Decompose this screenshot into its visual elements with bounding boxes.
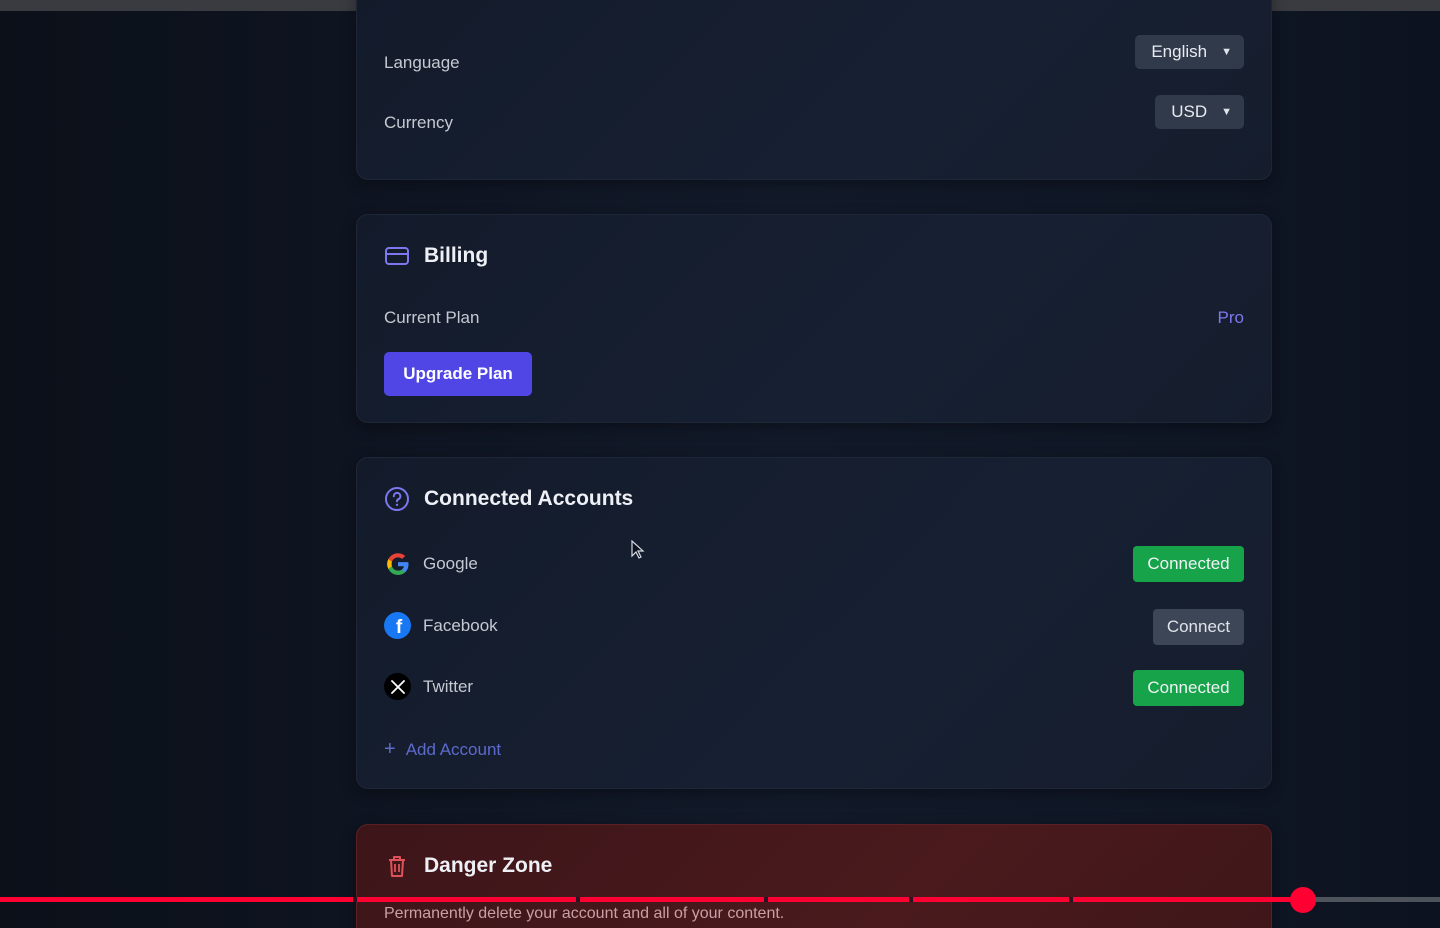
chevron-down-icon: ▼ (1221, 106, 1232, 118)
facebook-icon: f (384, 612, 411, 639)
currency-select[interactable]: USD ▼ (1155, 95, 1244, 129)
account-name: Facebook (423, 615, 498, 635)
add-account-label: Add Account (405, 739, 502, 759)
google-icon (384, 550, 411, 577)
danger-zone-description: Permanently delete your account and all … (384, 905, 785, 922)
current-plan-value: Pro (1217, 308, 1244, 327)
danger-zone-title: Danger Zone (424, 854, 553, 877)
chapter-divider (353, 897, 357, 902)
account-name: Google (423, 553, 478, 573)
danger-zone-header: Danger Zone (384, 853, 552, 879)
account-row-facebook: f Facebook (384, 612, 498, 639)
google-connected-button[interactable]: Connected (1133, 546, 1244, 582)
chevron-down-icon: ▼ (1221, 46, 1232, 58)
currency-select-value: USD (1171, 102, 1208, 121)
chapter-divider (576, 897, 580, 902)
account-row-twitter: Twitter (384, 673, 473, 700)
language-select[interactable]: English ▼ (1135, 35, 1244, 69)
x-twitter-icon (384, 673, 411, 700)
current-plan-label: Current Plan (384, 308, 480, 327)
preferences-card: Language English ▼ Currency USD ▼ (356, 0, 1272, 180)
chapter-divider (764, 897, 768, 902)
credit-card-icon (384, 243, 410, 269)
account-row-google: Google (384, 550, 478, 577)
billing-header: Billing (384, 243, 488, 269)
facebook-connect-button[interactable]: Connect (1153, 609, 1244, 645)
billing-card: Billing Current Plan Pro Upgrade Plan (356, 214, 1272, 423)
help-circle-icon (384, 486, 410, 512)
plus-icon: + (384, 738, 396, 760)
upgrade-plan-button[interactable]: Upgrade Plan (384, 352, 532, 396)
chapter-divider (1069, 897, 1073, 902)
currency-label: Currency (384, 113, 453, 132)
add-account-link[interactable]: + Add Account (384, 738, 501, 761)
language-select-value: English (1151, 42, 1208, 61)
account-name: Twitter (423, 676, 474, 696)
billing-title: Billing (424, 244, 489, 267)
twitter-connected-button[interactable]: Connected (1133, 670, 1244, 706)
mouse-cursor-icon (631, 539, 645, 565)
language-label: Language (384, 53, 460, 72)
connected-accounts-title: Connected Accounts (424, 487, 634, 510)
danger-zone-card: Danger Zone Permanently delete your acco… (356, 824, 1272, 928)
connected-accounts-card: Connected Accounts Google Connected f Fa… (356, 457, 1272, 789)
trash-icon (384, 853, 410, 879)
video-scrubber-handle[interactable] (1290, 887, 1316, 913)
video-progress-fill (0, 897, 1303, 902)
connected-accounts-header: Connected Accounts (384, 486, 633, 512)
chapter-divider (909, 897, 913, 902)
